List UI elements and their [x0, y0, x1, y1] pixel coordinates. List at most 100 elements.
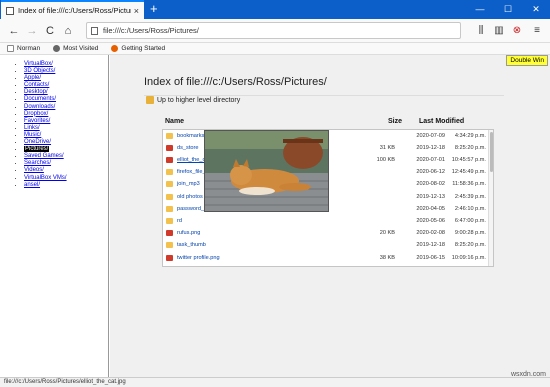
column-last-modified[interactable]: Last Modified: [419, 118, 464, 125]
bookmark-most-visited[interactable]: Most Visited: [53, 45, 98, 52]
folder-icon: [166, 169, 173, 176]
file-size: 100 KB: [376, 156, 395, 163]
tab-pictures[interactable]: Index of file:///c:/Users/Ross/Pictures/…: [1, 0, 144, 19]
sidebar-item: Pictures/: [24, 146, 108, 153]
file-name[interactable]: old photos: [177, 194, 203, 200]
sidebar-item-link[interactable]: VirtualBox/: [24, 61, 53, 67]
sidebar-item: Favorites/: [24, 118, 108, 125]
bookmark-norman[interactable]: Norman: [7, 45, 40, 52]
image-preview: [204, 130, 329, 212]
file-name[interactable]: twitter profile.png: [177, 255, 220, 261]
sidebar-item-link[interactable]: VirtualBox VMs/: [24, 175, 67, 181]
scrollbar-thumb[interactable]: [490, 132, 493, 172]
sidebar-item-link[interactable]: Documents/: [24, 96, 56, 102]
file-name[interactable]: rufus.png: [177, 230, 200, 236]
file-time: 2:45:39 p.m.: [454, 193, 486, 200]
sidebar-item-link[interactable]: Links/: [24, 125, 40, 131]
close-window-button[interactable]: ✕: [522, 0, 550, 19]
maximize-button[interactable]: ☐: [494, 0, 522, 19]
table-row[interactable]: task_thumb 2019-12-18 8:25:20 p.m.: [163, 241, 489, 251]
file-date: 2019-06-15: [416, 254, 445, 261]
sidebar-item-link[interactable]: Contacts/: [24, 82, 49, 88]
firefox-icon: [111, 45, 119, 52]
directory-list: VirtualBox/3D Objects/Apple/Contacts/Des…: [14, 61, 108, 189]
sidebar-item-link[interactable]: Downloads/: [24, 104, 55, 110]
new-tab-button[interactable]: +: [150, 1, 158, 17]
file-name[interactable]: task_thumb: [177, 242, 206, 248]
table-row[interactable]: twitter profile.png 38 KB 2019-06-15 10:09:…: [163, 253, 489, 263]
page-icon: [91, 26, 98, 35]
sidebar-item-link[interactable]: Videos/: [24, 167, 44, 173]
file-time: 6:47:00 p.m.: [454, 217, 486, 224]
file-time: 2:46:10 p.m.: [454, 205, 486, 212]
cat-photo: [205, 131, 328, 211]
library-icon[interactable]: ⫼: [474, 24, 488, 38]
sidebar-item: 3D Objects/: [24, 68, 108, 75]
page-icon: [7, 45, 14, 52]
file-date: 2019-12-18: [416, 144, 445, 151]
up-directory-link[interactable]: Up to higher level directory: [146, 96, 240, 104]
sidebar-item-link[interactable]: Music/: [24, 132, 41, 138]
sidebar-item: Apple/: [24, 75, 108, 82]
sidebar-item-link[interactable]: Pictures/: [24, 146, 50, 153]
folder-icon: [166, 242, 173, 249]
sidebar-icon[interactable]: ▥: [492, 24, 506, 38]
page-content: VirtualBox/3D Objects/Apple/Contacts/Des…: [0, 55, 550, 377]
file-size: 20 KB: [379, 230, 395, 237]
folder-icon: [166, 181, 173, 188]
forward-button[interactable]: →: [24, 23, 40, 39]
file-size: 31 KB: [379, 144, 395, 151]
home-button[interactable]: ⌂: [60, 23, 76, 39]
up-link-label: Up to higher level directory: [157, 96, 241, 104]
file-date: 2020-06-12: [416, 169, 445, 176]
sidebar-item-link[interactable]: Saved Games/: [24, 153, 64, 159]
folder-icon: [166, 132, 173, 139]
scrollbar[interactable]: [488, 130, 493, 266]
url-text[interactable]: file:///c:/Users/Ross/Pictures/: [103, 26, 199, 35]
extension-icon[interactable]: ⊗: [510, 24, 524, 38]
page-title: Index of file:///c:/Users/Ross/Pictures/: [144, 76, 327, 88]
file-name[interactable]: ds_store: [177, 145, 198, 151]
close-tab-icon[interactable]: ×: [134, 6, 139, 16]
sidebar-item-link[interactable]: Favorites/: [24, 118, 50, 124]
minimize-button[interactable]: —: [466, 0, 494, 19]
column-size[interactable]: Size: [388, 118, 402, 125]
file-time: 8:25:20 p.m.: [454, 242, 486, 249]
sidebar-item-link[interactable]: 3D Objects/: [24, 68, 55, 74]
sidebar-item: VirtualBox/: [24, 61, 108, 68]
file-date: 2020-05-06: [416, 217, 445, 224]
double-win-button[interactable]: Double Win: [506, 55, 548, 66]
file-name[interactable]: rd: [177, 218, 182, 224]
sidebar-item: Saved Games/: [24, 153, 108, 160]
sidebar-item: Desktop/: [24, 89, 108, 96]
main-listing: Double Win Index of file:///c:/Users/Ros…: [110, 55, 550, 377]
file-icon: [166, 144, 173, 151]
file-time: 4:34:29 p.m.: [454, 132, 486, 139]
file-name[interactable]: bookmarks: [177, 133, 204, 139]
file-time: 9:00:28 p.m.: [454, 230, 486, 237]
sidebar-item-link[interactable]: Apple/: [24, 75, 41, 81]
table-row[interactable]: rd 2020-05-06 6:47:00 p.m.: [163, 216, 489, 226]
sidebar-item-link[interactable]: Searches/: [24, 160, 51, 166]
back-button[interactable]: ←: [6, 23, 22, 39]
page-icon: [6, 6, 14, 15]
reload-button[interactable]: C: [42, 23, 58, 39]
menu-icon[interactable]: ≡: [530, 24, 544, 38]
table-row[interactable]: rufus.png 20 KB 2020-02-08 9:00:28 p.m.: [163, 229, 489, 239]
bookmark-label: Getting Started: [121, 45, 166, 52]
column-name[interactable]: Name: [165, 118, 184, 125]
file-date: 2020-07-09: [416, 132, 445, 139]
sidebar-item: ansel/: [24, 182, 108, 189]
sidebar-item-link[interactable]: Dropbox/: [24, 111, 48, 117]
file-size: 38 KB: [379, 254, 395, 261]
bookmark-label: Norman: [17, 45, 41, 52]
sidebar-item-link[interactable]: ansel/: [24, 182, 40, 188]
bookmark-getting-started[interactable]: Getting Started: [111, 45, 165, 52]
sidebar-item-link[interactable]: Desktop/: [24, 89, 48, 95]
sidebar-item-link[interactable]: OneDrive/: [24, 139, 51, 145]
file-time: 11:58:36 p.m.: [452, 181, 486, 188]
table-header: Name Size Last Modified: [165, 118, 495, 127]
url-bar[interactable]: file:///c:/Users/Ross/Pictures/: [86, 22, 461, 39]
sidebar-item: Documents/: [24, 96, 108, 103]
file-name[interactable]: join_mp3: [177, 181, 200, 187]
